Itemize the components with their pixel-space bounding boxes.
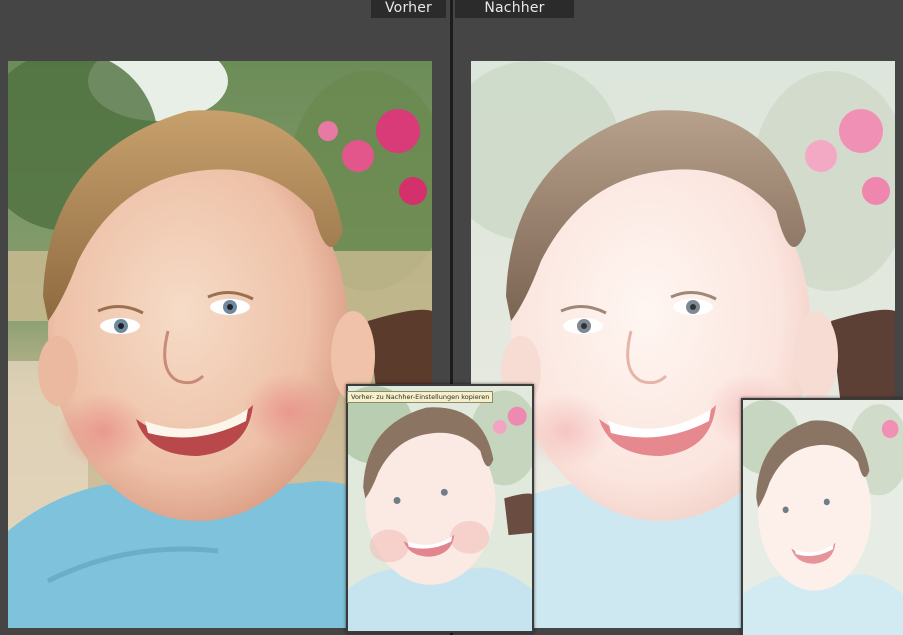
- after-label: Nachher: [455, 0, 574, 18]
- before-label: Vorher: [371, 0, 446, 18]
- thumbnail-drag-frame[interactable]: [346, 384, 534, 633]
- thumbnail-right-image: [743, 400, 903, 635]
- thumbnail-frame-right[interactable]: [741, 398, 903, 635]
- copy-settings-tooltip: Vorher- zu Nachher-Einstellungen kopiere…: [347, 391, 494, 403]
- thumbnail-photo-icon: [348, 386, 532, 631]
- thumbnail-drag-image: [348, 386, 532, 631]
- thumbnail-right-photo-icon: [743, 400, 903, 635]
